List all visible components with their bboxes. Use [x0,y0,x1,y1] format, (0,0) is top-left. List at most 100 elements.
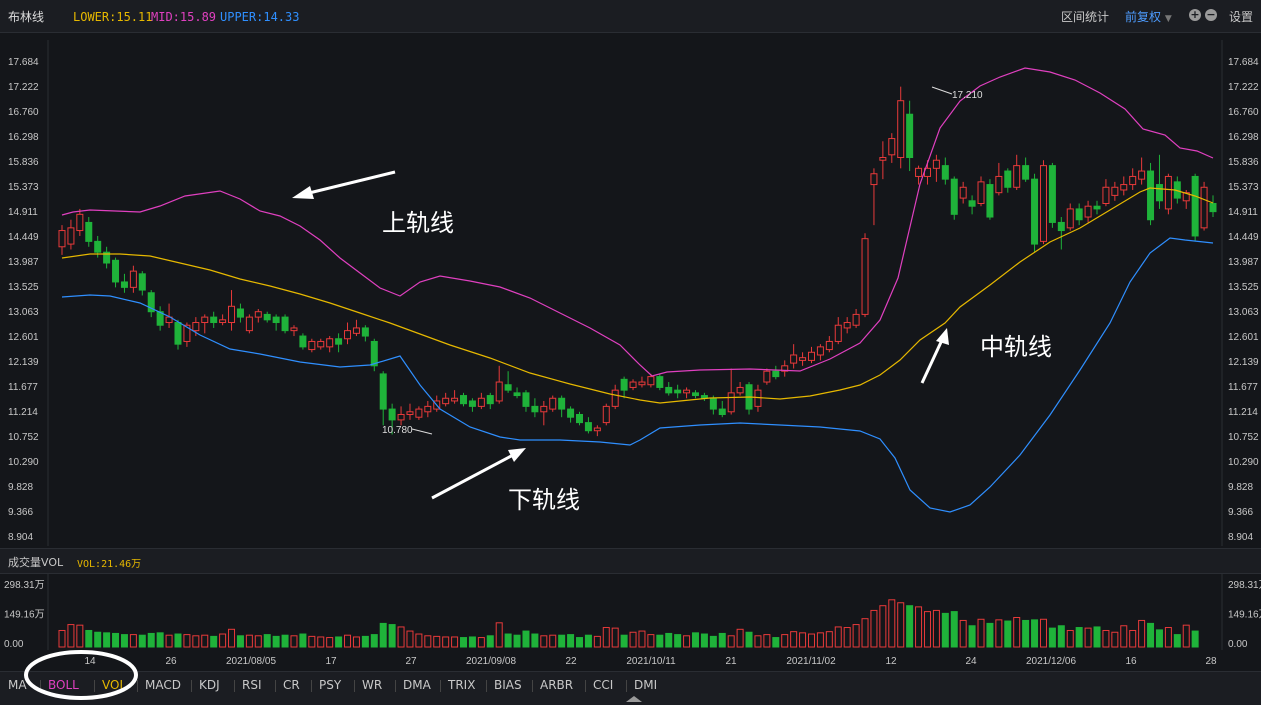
x-tick-label: 21 [725,656,737,667]
x-tick-label: 2021/10/11 [626,656,676,667]
candle [129,265,137,293]
tab-psy[interactable]: PSY [319,678,341,692]
vol-tick-label: 149.16万 [1228,610,1261,621]
bollinger-chart[interactable]: 17.684 17.222 16.760 16.298 15.836 15.373 14.9… [0,33,1261,548]
candle [370,338,378,372]
candle [861,233,869,318]
volume-bar [192,635,200,648]
tab-arbr[interactable]: ARBR [540,678,573,692]
y-tick-label: 15.836 [8,157,39,168]
tab-dma[interactable]: DMA [403,678,431,692]
y-tick-label: 10.290 [8,457,39,468]
volume-bar [968,625,976,648]
y-tick-label: 12.139 [1228,357,1259,368]
y-tick-label: 10.290 [1228,457,1259,468]
volume-bar [647,634,655,648]
volume-bar [326,637,334,648]
candle [879,141,887,180]
tab-macd[interactable]: MACD [145,678,181,692]
candle [674,384,682,399]
volume-bar [513,634,521,648]
chart-header: 布林线 LOWER:15.11 MID:15.89 UPPER:14.33 区间… [0,0,1261,33]
chevron-down-icon: ▼ [1164,14,1172,24]
tab-bias[interactable]: BIAS [494,678,522,692]
volume-value: VOL:21.46万 [77,559,142,570]
y-tick-label: 13.063 [1228,307,1259,318]
candle [468,398,476,412]
volume-bar [602,627,610,648]
volume-bar [540,635,548,648]
candle [424,400,432,418]
volume-bar [370,634,378,648]
volume-bar [879,605,887,648]
candle [272,314,280,331]
range-stats-button[interactable]: 区间统计 [1061,8,1109,25]
candle [486,392,494,410]
volume-chart: 298.31万298.31万149.16万149.16万0.000.00 142… [4,573,1261,667]
candle [790,344,798,369]
volume-bar [361,635,369,648]
tab-cci[interactable]: CCI [593,678,613,692]
upper-arrow [292,170,396,199]
candle [58,225,66,255]
volume-bar [906,605,914,648]
volume-bar [843,627,851,648]
volume-header: 成交量VOL VOL:21.46万 [0,548,1261,574]
tab-divider [311,680,312,692]
volume-bar [460,637,468,648]
candle [906,100,914,172]
volume-bar [1129,629,1137,648]
volume-bar [210,635,218,648]
candle [932,154,940,182]
volume-bar [477,637,485,648]
tab-kdj[interactable]: KDJ [199,678,220,692]
candle [763,368,771,385]
chart-title: 布林线 [8,10,45,24]
candle [602,403,610,426]
x-axis: 14 26 2021/08/05 17 27 2021/09/08 22 2021/10/11… [84,656,1217,667]
candle [174,319,182,350]
tab-trix[interactable]: TRIX [448,678,475,692]
volume-bar [1182,624,1190,648]
zoom-out-icon[interactable]: − [1205,9,1217,21]
candle [772,365,780,380]
y-tick-label: 13.987 [8,257,39,268]
tab-wr[interactable]: WR [362,678,382,692]
candle [531,398,539,418]
settings-button[interactable]: 设置 [1229,8,1253,25]
candle [326,336,334,353]
candle [406,403,414,420]
volume-bar [1191,630,1199,648]
tab-rsi[interactable]: RSI [242,678,262,692]
y-tick-label: 17.222 [1228,82,1259,93]
volume-bar [799,632,807,648]
volume-bar [406,630,414,648]
volume-bar [897,602,905,648]
candle [656,373,664,391]
volume-bar [558,634,566,648]
candle [834,317,842,345]
candle [1138,157,1146,185]
candle [1048,162,1056,228]
candle [816,344,824,361]
candle [156,306,164,331]
y-tick-label: 9.366 [8,507,33,518]
y-tick-label: 14.449 [8,232,39,243]
tab-cr[interactable]: CR [283,678,300,692]
collapse-caret-icon[interactable] [626,696,642,702]
tab-dmi[interactable]: DMI [634,678,657,692]
x-tick-label: 28 [1205,656,1217,667]
candle [477,392,485,410]
candle [584,417,592,434]
volume-bar [995,619,1003,648]
adjust-dropdown[interactable]: 前复权 ▼ [1125,8,1172,25]
y-tick-label: 10.752 [8,432,39,443]
candle [620,376,628,399]
tab-divider [191,680,192,692]
candle [1057,217,1065,250]
candle [1147,162,1155,226]
zoom-in-icon[interactable]: + [1189,9,1201,21]
volume-bar [629,631,637,648]
candle [112,257,120,288]
candle [67,219,75,250]
